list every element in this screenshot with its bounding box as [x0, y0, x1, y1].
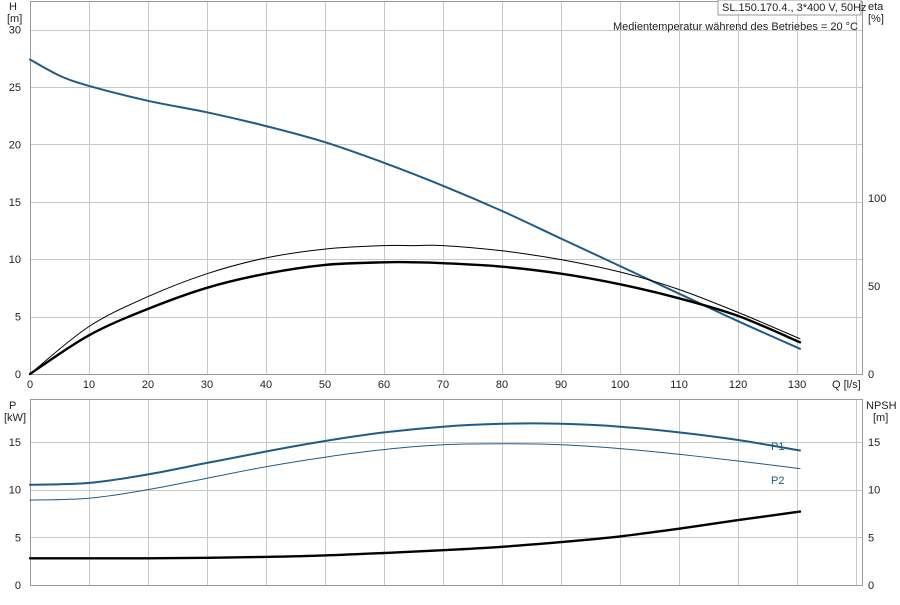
lower-right-axis-title: NPSH — [866, 400, 897, 412]
lower-left-axis-unit: [kW] — [4, 412, 26, 424]
x-tick-label: 130 — [788, 379, 806, 391]
left-tick-label: 0 — [15, 369, 21, 381]
upper-left-axis-title: H — [9, 1, 17, 13]
right-tick-label: 50 — [868, 281, 880, 293]
x-tick-label: 100 — [611, 379, 629, 391]
x-tick-label: 0 — [27, 379, 33, 391]
left-tick-label: 15 — [9, 197, 21, 209]
x-tick-label: 90 — [555, 379, 567, 391]
series-lines — [28, 58, 802, 560]
left-tick-label: 25 — [9, 82, 21, 94]
x-tick-label: 60 — [378, 379, 390, 391]
right-tick-label: 5 — [868, 532, 874, 544]
right-tick-label: 0 — [868, 580, 874, 592]
chart-canvas: 0510152025300501000 10 20 30 40 50 60 70 80 90 100… — [4, 0, 897, 592]
x-tick-label: 110 — [670, 379, 688, 391]
left-tick-label: 0 — [15, 580, 21, 592]
x-tick-label: 30 — [201, 379, 213, 391]
grid-lines — [30, 1, 862, 585]
legend-p1: P1 — [771, 441, 784, 453]
lower-right-axis-unit: [m] — [873, 412, 888, 424]
right-tick-label: 10 — [868, 485, 880, 497]
upper-right-axis-unit: [%] — [868, 13, 884, 25]
x-axis-label: Q [l/s] — [832, 379, 861, 391]
pump-performance-chart: 0 5 10 15 20 25 30 0 50 100 0 10 20 30 40 50 60 70 80 90 100… — [0, 0, 900, 600]
upper-right-axis-title: eta — [868, 1, 884, 13]
series-line — [29, 58, 801, 350]
right-tick-label: 0 — [868, 369, 874, 381]
left-tick-label: 10 — [9, 485, 21, 497]
upper-left-axis-unit: [m] — [7, 13, 22, 25]
left-tick-label: 5 — [15, 312, 21, 324]
right-tick-label: 100 — [868, 193, 886, 205]
x-tick-label: 120 — [729, 379, 747, 391]
left-tick-label: 30 — [9, 25, 21, 37]
left-tick-label: 5 — [15, 532, 21, 544]
left-tick-label: 20 — [9, 139, 21, 151]
x-tick-label: 10 — [83, 379, 95, 391]
tick-labels: 0510152025300501000 10 20 30 40 50 60 70 80 90 100… — [9, 25, 887, 592]
x-tick-label: 50 — [319, 379, 331, 391]
series-line — [28, 510, 802, 560]
series-line-p1 — [29, 422, 801, 486]
x-tick-label: 80 — [496, 379, 508, 391]
lower-left-axis-title: P — [9, 400, 16, 412]
left-tick-label: 10 — [9, 254, 21, 266]
left-tick-label: 15 — [9, 437, 21, 449]
series-line — [28, 260, 802, 376]
legend-p2: P2 — [771, 475, 784, 487]
x-tick-label: 40 — [260, 379, 272, 391]
x-tick-label: 20 — [142, 379, 154, 391]
medium-temperature-note: Medientemperatur während des Betriebes =… — [613, 21, 858, 33]
model-label: SL.150.170.4., 3*400 V, 50Hz — [722, 2, 867, 14]
series-line-p2 — [29, 443, 801, 501]
x-tick-label: 70 — [437, 379, 449, 391]
right-tick-label: 15 — [868, 437, 880, 449]
